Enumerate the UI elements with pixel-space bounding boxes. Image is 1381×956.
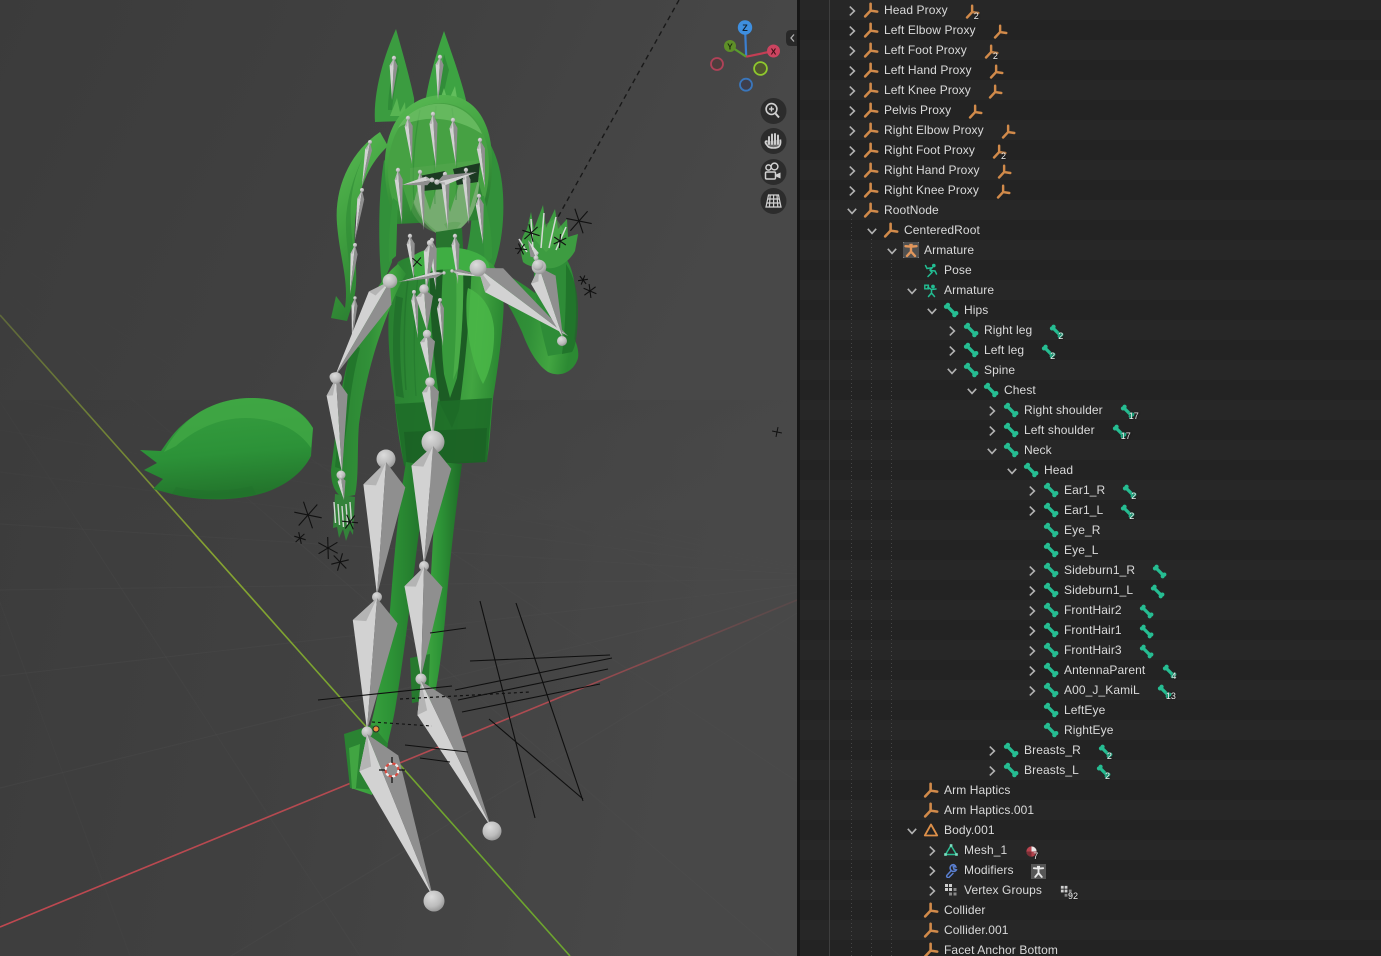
svg-text:Z: Z: [742, 23, 748, 33]
svg-text:X: X: [771, 47, 777, 57]
svg-text:Y: Y: [727, 41, 733, 51]
